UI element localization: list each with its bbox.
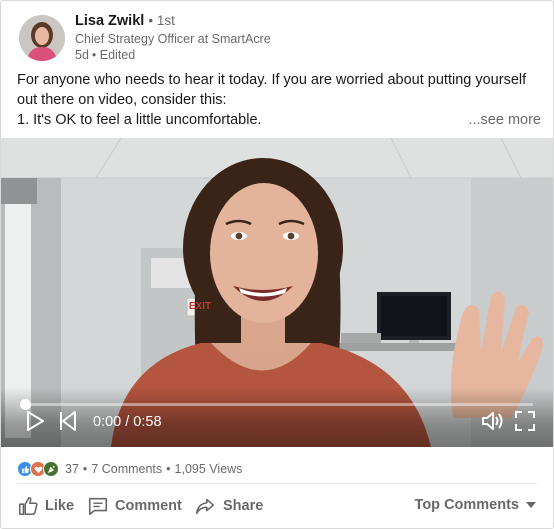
share-icon [195, 498, 215, 515]
author-info: Lisa Zwikl • 1st Chief Strategy Officer … [75, 11, 271, 63]
edited-label: • Edited [91, 48, 136, 62]
post-time: 5d [75, 48, 89, 62]
share-button[interactable]: Share [193, 493, 263, 519]
post-actions: Like Comment Share Top Comments [1, 487, 553, 525]
fullscreen-icon [515, 411, 535, 431]
post-header: Lisa Zwikl • 1st Chief Strategy Officer … [17, 11, 537, 67]
video-controls: 0:00 / 0:58 [1, 387, 553, 447]
views-count: 1,095 Views [174, 462, 243, 476]
play-button[interactable] [23, 409, 47, 433]
video-progress-bar[interactable] [20, 399, 533, 410]
sort-label: Top Comments [414, 497, 519, 513]
thumbs-up-icon [18, 496, 38, 516]
comment-label: Comment [115, 498, 182, 514]
divider [17, 483, 537, 484]
video-player[interactable]: EXIT 0:00 / 0:58 [1, 138, 553, 447]
comment-button[interactable]: Comment [87, 493, 182, 519]
separator: • [166, 462, 171, 476]
caret-down-icon [526, 502, 536, 508]
post-meta: 5d • Edited [75, 47, 271, 63]
author-title: Chief Strategy Officer at SmartAcre [75, 32, 271, 46]
play-icon [27, 411, 44, 431]
author-name[interactable]: Lisa Zwikl [75, 13, 144, 29]
reaction-icons[interactable] [17, 461, 59, 477]
connection-degree: • 1st [148, 13, 175, 28]
sort-comments-dropdown[interactable]: Top Comments [415, 497, 537, 513]
post-text: For anyone who needs to hear it today. I… [17, 70, 541, 130]
skip-back-icon [60, 411, 76, 431]
fullscreen-button[interactable] [513, 409, 537, 433]
reaction-count[interactable]: 37 [65, 462, 79, 476]
feed-post: Lisa Zwikl • 1st Chief Strategy Officer … [0, 0, 554, 529]
social-counts: 37 • 7 Comments • 1,095 Views [17, 459, 242, 479]
exit-sign-text: EXIT [188, 301, 212, 312]
comment-icon [88, 497, 108, 516]
separator: • [82, 462, 88, 476]
author-line: Lisa Zwikl • 1st [75, 11, 271, 31]
share-label: Share [223, 498, 264, 514]
skip-back-button[interactable] [56, 409, 80, 433]
post-text-line: out there on video, consider this: [17, 92, 227, 108]
video-time: 0:00 / 0:58 [93, 414, 162, 430]
author-avatar[interactable] [19, 15, 65, 61]
celebrate-icon [43, 461, 59, 477]
like-label: Like [45, 498, 75, 514]
see-more-link[interactable]: ...see more [462, 110, 541, 130]
comments-count[interactable]: 7 Comments [91, 462, 162, 476]
post-text-line: For anyone who needs to hear it today. I… [17, 72, 527, 88]
volume-icon [482, 412, 503, 430]
like-button[interactable]: Like [17, 493, 74, 519]
volume-button[interactable] [481, 409, 505, 433]
